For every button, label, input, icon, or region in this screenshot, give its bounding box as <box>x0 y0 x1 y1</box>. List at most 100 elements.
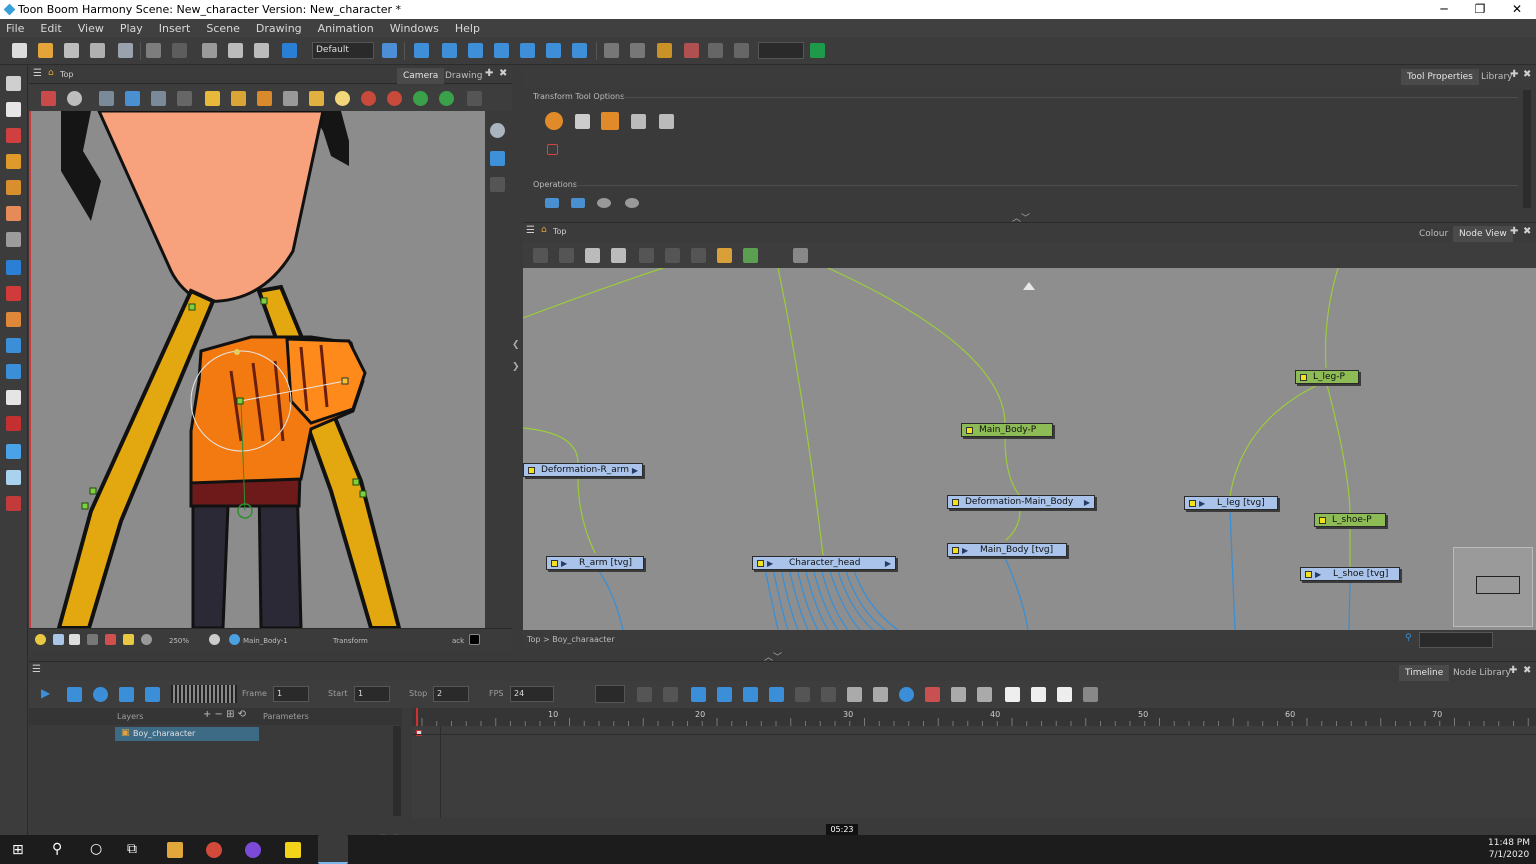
cortana-icon[interactable]: ○ <box>90 841 102 857</box>
node-l-shoe-p[interactable]: L_shoe-P <box>1314 513 1386 527</box>
tl-tool14-icon[interactable] <box>977 687 992 702</box>
bounding-box-icon[interactable] <box>547 144 558 155</box>
tab-timeline[interactable]: Timeline <box>1399 665 1450 681</box>
menu-edit[interactable]: Edit <box>40 22 61 35</box>
sound-icon[interactable] <box>119 687 134 702</box>
node-navigator[interactable] <box>1453 547 1533 627</box>
workspace-icon[interactable] <box>282 43 297 58</box>
node-breadcrumb[interactable]: Top <box>553 227 567 236</box>
tab-camera[interactable]: Camera <box>397 68 445 84</box>
layer-row[interactable]: ▣ Boy_charaacter <box>115 727 259 741</box>
node-r-arm[interactable]: ▶ R_arm [tvg] <box>546 556 644 570</box>
tl-tool16-icon[interactable] <box>1031 687 1046 702</box>
close-panel-icon[interactable]: ✖ <box>499 68 507 79</box>
rotate-icon[interactable] <box>546 43 561 58</box>
home-icon[interactable]: ⌂ <box>48 68 54 78</box>
start-input[interactable]: 1 <box>354 686 390 702</box>
save-as-icon[interactable] <box>90 43 105 58</box>
tl-tool1-icon[interactable] <box>637 687 652 702</box>
menu-file[interactable]: File <box>6 22 24 35</box>
line-icon[interactable] <box>283 91 298 106</box>
pivot-mode-icon[interactable] <box>631 114 646 129</box>
eye-icon[interactable] <box>490 123 505 138</box>
node-path[interactable]: Top > Boy_charaacter <box>527 635 615 644</box>
layers-icon[interactable] <box>490 151 505 166</box>
playback-speed-slider[interactable] <box>171 685 237 703</box>
node-tool2-icon[interactable] <box>559 248 574 263</box>
node-tool1-icon[interactable] <box>533 248 548 263</box>
tl-tool9-icon[interactable] <box>847 687 862 702</box>
collapse-left-icon[interactable]: ❮ <box>512 340 520 350</box>
grid-view-icon[interactable] <box>99 91 114 106</box>
scale-view-icon[interactable] <box>468 43 483 58</box>
tl-tool7-icon[interactable] <box>795 687 810 702</box>
rotate-cw-icon[interactable] <box>597 198 611 208</box>
navigator-viewport[interactable] <box>1476 576 1520 594</box>
search-icon[interactable]: ⚲ <box>1405 633 1412 643</box>
import-icon[interactable] <box>118 43 133 58</box>
playhead[interactable] <box>416 708 444 726</box>
rig-tool-icon[interactable] <box>604 43 619 58</box>
tab-node-view[interactable]: Node View <box>1453 226 1513 242</box>
peg-mode-icon[interactable] <box>659 114 674 129</box>
record-icon[interactable] <box>361 91 376 106</box>
record2-icon[interactable] <box>387 91 402 106</box>
keyframe-cell[interactable] <box>416 730 422 736</box>
sound-scrub-icon[interactable] <box>145 687 160 702</box>
menu-view[interactable]: View <box>78 22 104 35</box>
deform-icon[interactable] <box>684 43 699 58</box>
add-view-icon[interactable]: ✚ <box>1510 69 1518 80</box>
tl-tool13-icon[interactable] <box>951 687 966 702</box>
node-main-body[interactable]: ▶ Main_Body [tvg] <box>947 543 1067 557</box>
paint-tool-icon[interactable] <box>6 286 21 301</box>
node-l-shoe[interactable]: ▶ L_shoe [tvg] <box>1300 567 1400 581</box>
group-icon[interactable] <box>585 248 600 263</box>
menu-help[interactable]: Help <box>455 22 480 35</box>
camera-view[interactable] <box>29 111 485 628</box>
close-button[interactable]: ✕ <box>1499 0 1535 19</box>
marquee-icon[interactable] <box>601 112 619 130</box>
panel-menu-icon[interactable]: ☰ <box>526 225 535 236</box>
restore-button[interactable]: ❐ <box>1462 0 1498 19</box>
tl-tool12-icon[interactable] <box>925 687 940 702</box>
close-panel-icon[interactable]: ✖ <box>1523 226 1531 237</box>
onion-skin-icon[interactable] <box>125 91 140 106</box>
eraser-tool-icon[interactable] <box>6 206 21 221</box>
gizmo-top-point[interactable] <box>234 349 240 355</box>
new-scene-icon[interactable] <box>12 43 27 58</box>
status-gear-icon[interactable] <box>209 634 220 645</box>
select-tool-icon[interactable] <box>6 76 21 91</box>
brush-tool-icon[interactable] <box>6 128 21 143</box>
layers2-icon[interactable] <box>490 177 505 192</box>
close-panel-icon[interactable]: ✖ <box>1523 69 1531 80</box>
text-tool-icon[interactable] <box>6 232 21 247</box>
collapse-right-icon[interactable]: ❯ <box>512 362 520 372</box>
panel-menu-icon[interactable]: ☰ <box>33 68 42 79</box>
node-tool7-icon[interactable] <box>691 248 706 263</box>
node-tool5-icon[interactable] <box>639 248 654 263</box>
file-explorer-icon[interactable] <box>167 842 183 858</box>
pivot-icon[interactable] <box>572 43 587 58</box>
home-icon[interactable]: ⌂ <box>541 225 547 235</box>
zoom-level[interactable]: 250% <box>169 637 189 645</box>
pivot-tool-icon[interactable] <box>6 338 21 353</box>
frame-input[interactable]: 1 <box>273 686 309 702</box>
redo-icon[interactable] <box>172 43 187 58</box>
remove-keyframe-icon[interactable] <box>717 687 732 702</box>
node-tool6-icon[interactable] <box>665 248 680 263</box>
stop-input[interactable]: 2 <box>433 686 469 702</box>
ungroup-icon[interactable] <box>611 248 626 263</box>
grid-options-icon[interactable] <box>734 43 749 58</box>
menu-animation[interactable]: Animation <box>318 22 374 35</box>
gizmo-handle[interactable] <box>341 377 349 385</box>
copy-icon[interactable] <box>228 43 243 58</box>
layers-scrollbar[interactable] <box>393 726 401 816</box>
harmony-taskbar-button[interactable] <box>318 835 348 864</box>
grid-icon[interactable] <box>708 43 723 58</box>
cutter-tool-icon[interactable] <box>6 364 21 379</box>
peg-node-icon[interactable] <box>743 248 758 263</box>
tl-tool2-icon[interactable] <box>663 687 678 702</box>
lasso-icon[interactable] <box>545 112 563 130</box>
node-deformation-main-body[interactable]: Deformation-Main_Body ▶ <box>947 495 1095 509</box>
stamp-icon[interactable] <box>309 91 324 106</box>
